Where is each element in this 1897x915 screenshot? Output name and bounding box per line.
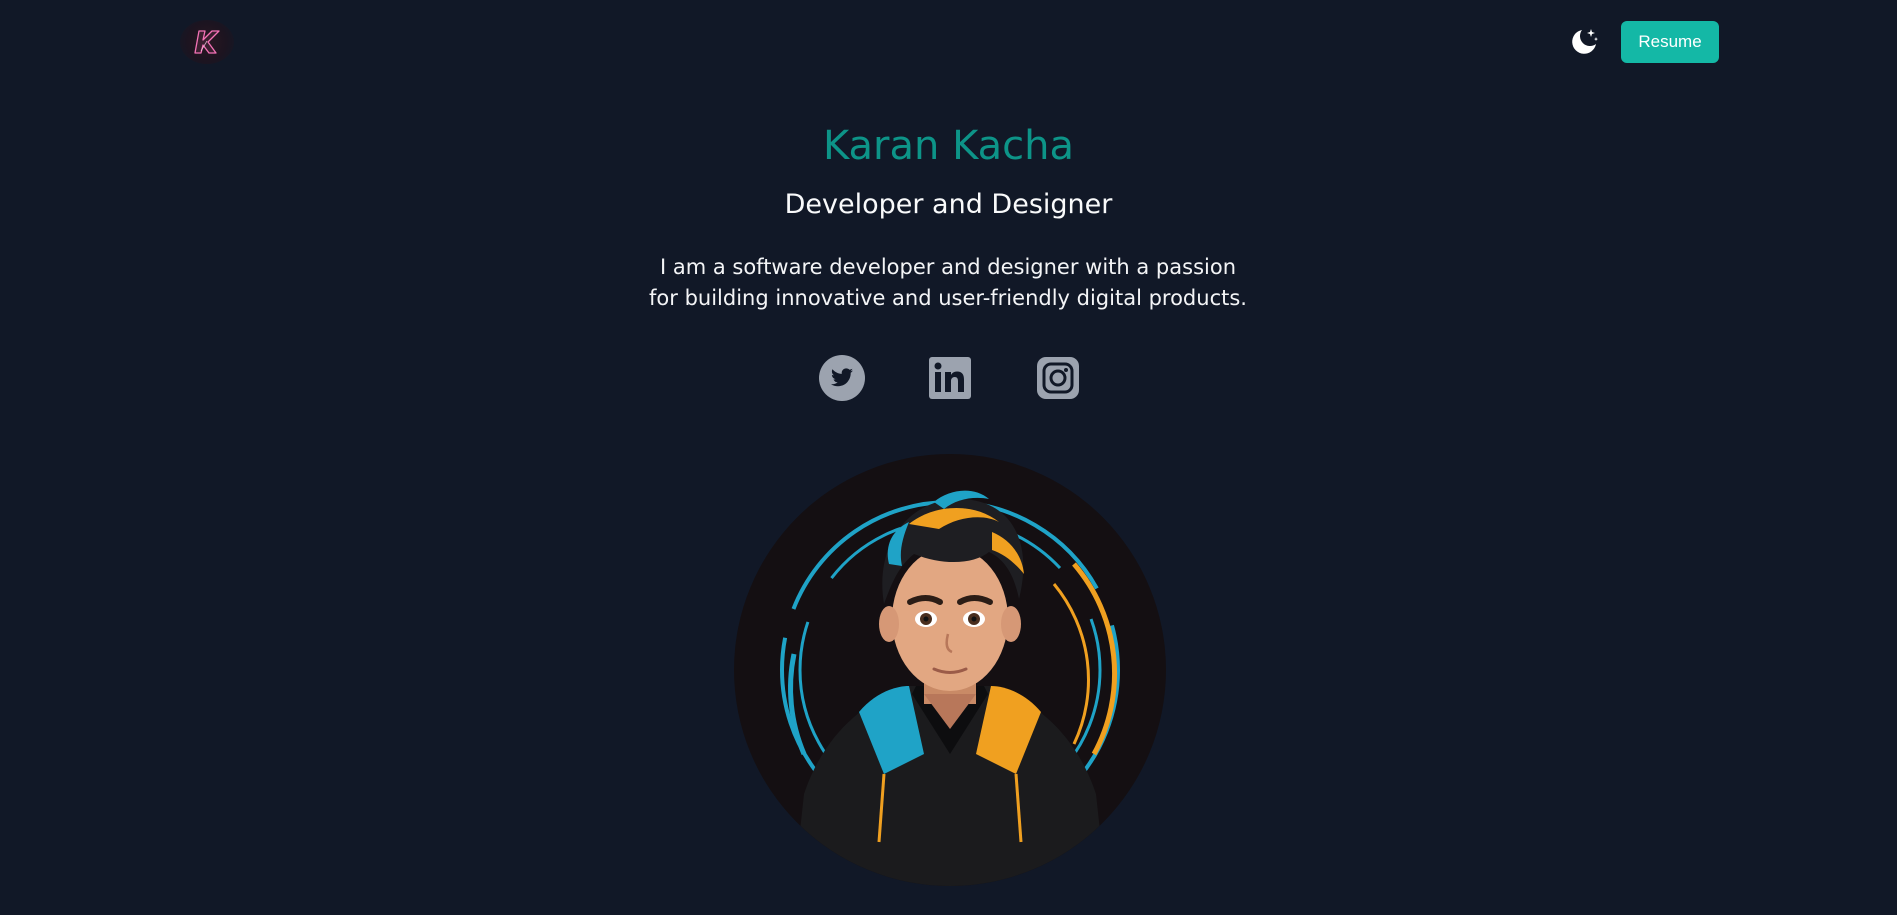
logo-k-icon [194, 30, 220, 54]
social-links [0, 355, 1897, 401]
twitter-icon [819, 355, 865, 401]
linkedin-icon [929, 357, 971, 399]
linkedin-link[interactable] [927, 355, 973, 401]
page-title: Karan Kacha [823, 123, 1074, 169]
theme-toggle-button[interactable] [1566, 24, 1602, 60]
logo[interactable] [180, 20, 234, 64]
instagram-icon [1037, 357, 1079, 399]
instagram-link[interactable] [1035, 355, 1081, 401]
avatar [734, 454, 1166, 886]
twitter-link[interactable] [819, 355, 865, 401]
bio-text: I am a software developer and designer w… [649, 255, 1247, 310]
moon-stars-icon [1572, 29, 1598, 54]
subtitle: Developer and Designer [784, 189, 1113, 220]
resume-button[interactable]: Resume [1621, 21, 1719, 63]
site-header: Resume [0, 0, 1897, 84]
avatar-illustration [780, 490, 1120, 886]
